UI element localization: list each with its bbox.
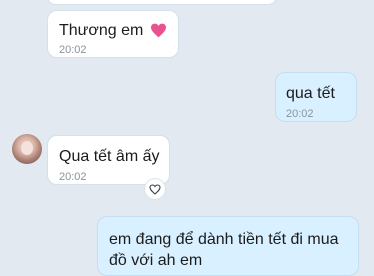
- message-bubble-outgoing[interactable]: em đang để dành tiền tết đi mua đồ với a…: [97, 216, 359, 276]
- message-text: Qua tết âm ấy: [59, 148, 160, 165]
- sender-avatar[interactable]: [12, 134, 42, 164]
- message-text: qua tết: [286, 85, 335, 102]
- message-bubble-outgoing[interactable]: qua tết 20:02: [275, 72, 357, 122]
- message-bubble-incoming[interactable]: Thương em 20:02: [47, 10, 179, 58]
- message-bubble-incoming[interactable]: [47, 0, 277, 5]
- heart-outline-icon: [149, 184, 161, 195]
- message-text: Thương em: [59, 22, 144, 39]
- message-time: 20:02: [59, 171, 87, 183]
- reaction-button[interactable]: [145, 179, 165, 199]
- heart-icon: [151, 23, 166, 38]
- message-time: 20:02: [286, 108, 314, 120]
- message-time: 20:02: [59, 44, 87, 56]
- message-bubble-incoming[interactable]: Qua tết âm ấy 20:02: [47, 135, 170, 185]
- message-text: em đang để dành tiền tết đi mua đồ với a…: [109, 231, 339, 269]
- avatar-face: [21, 141, 33, 155]
